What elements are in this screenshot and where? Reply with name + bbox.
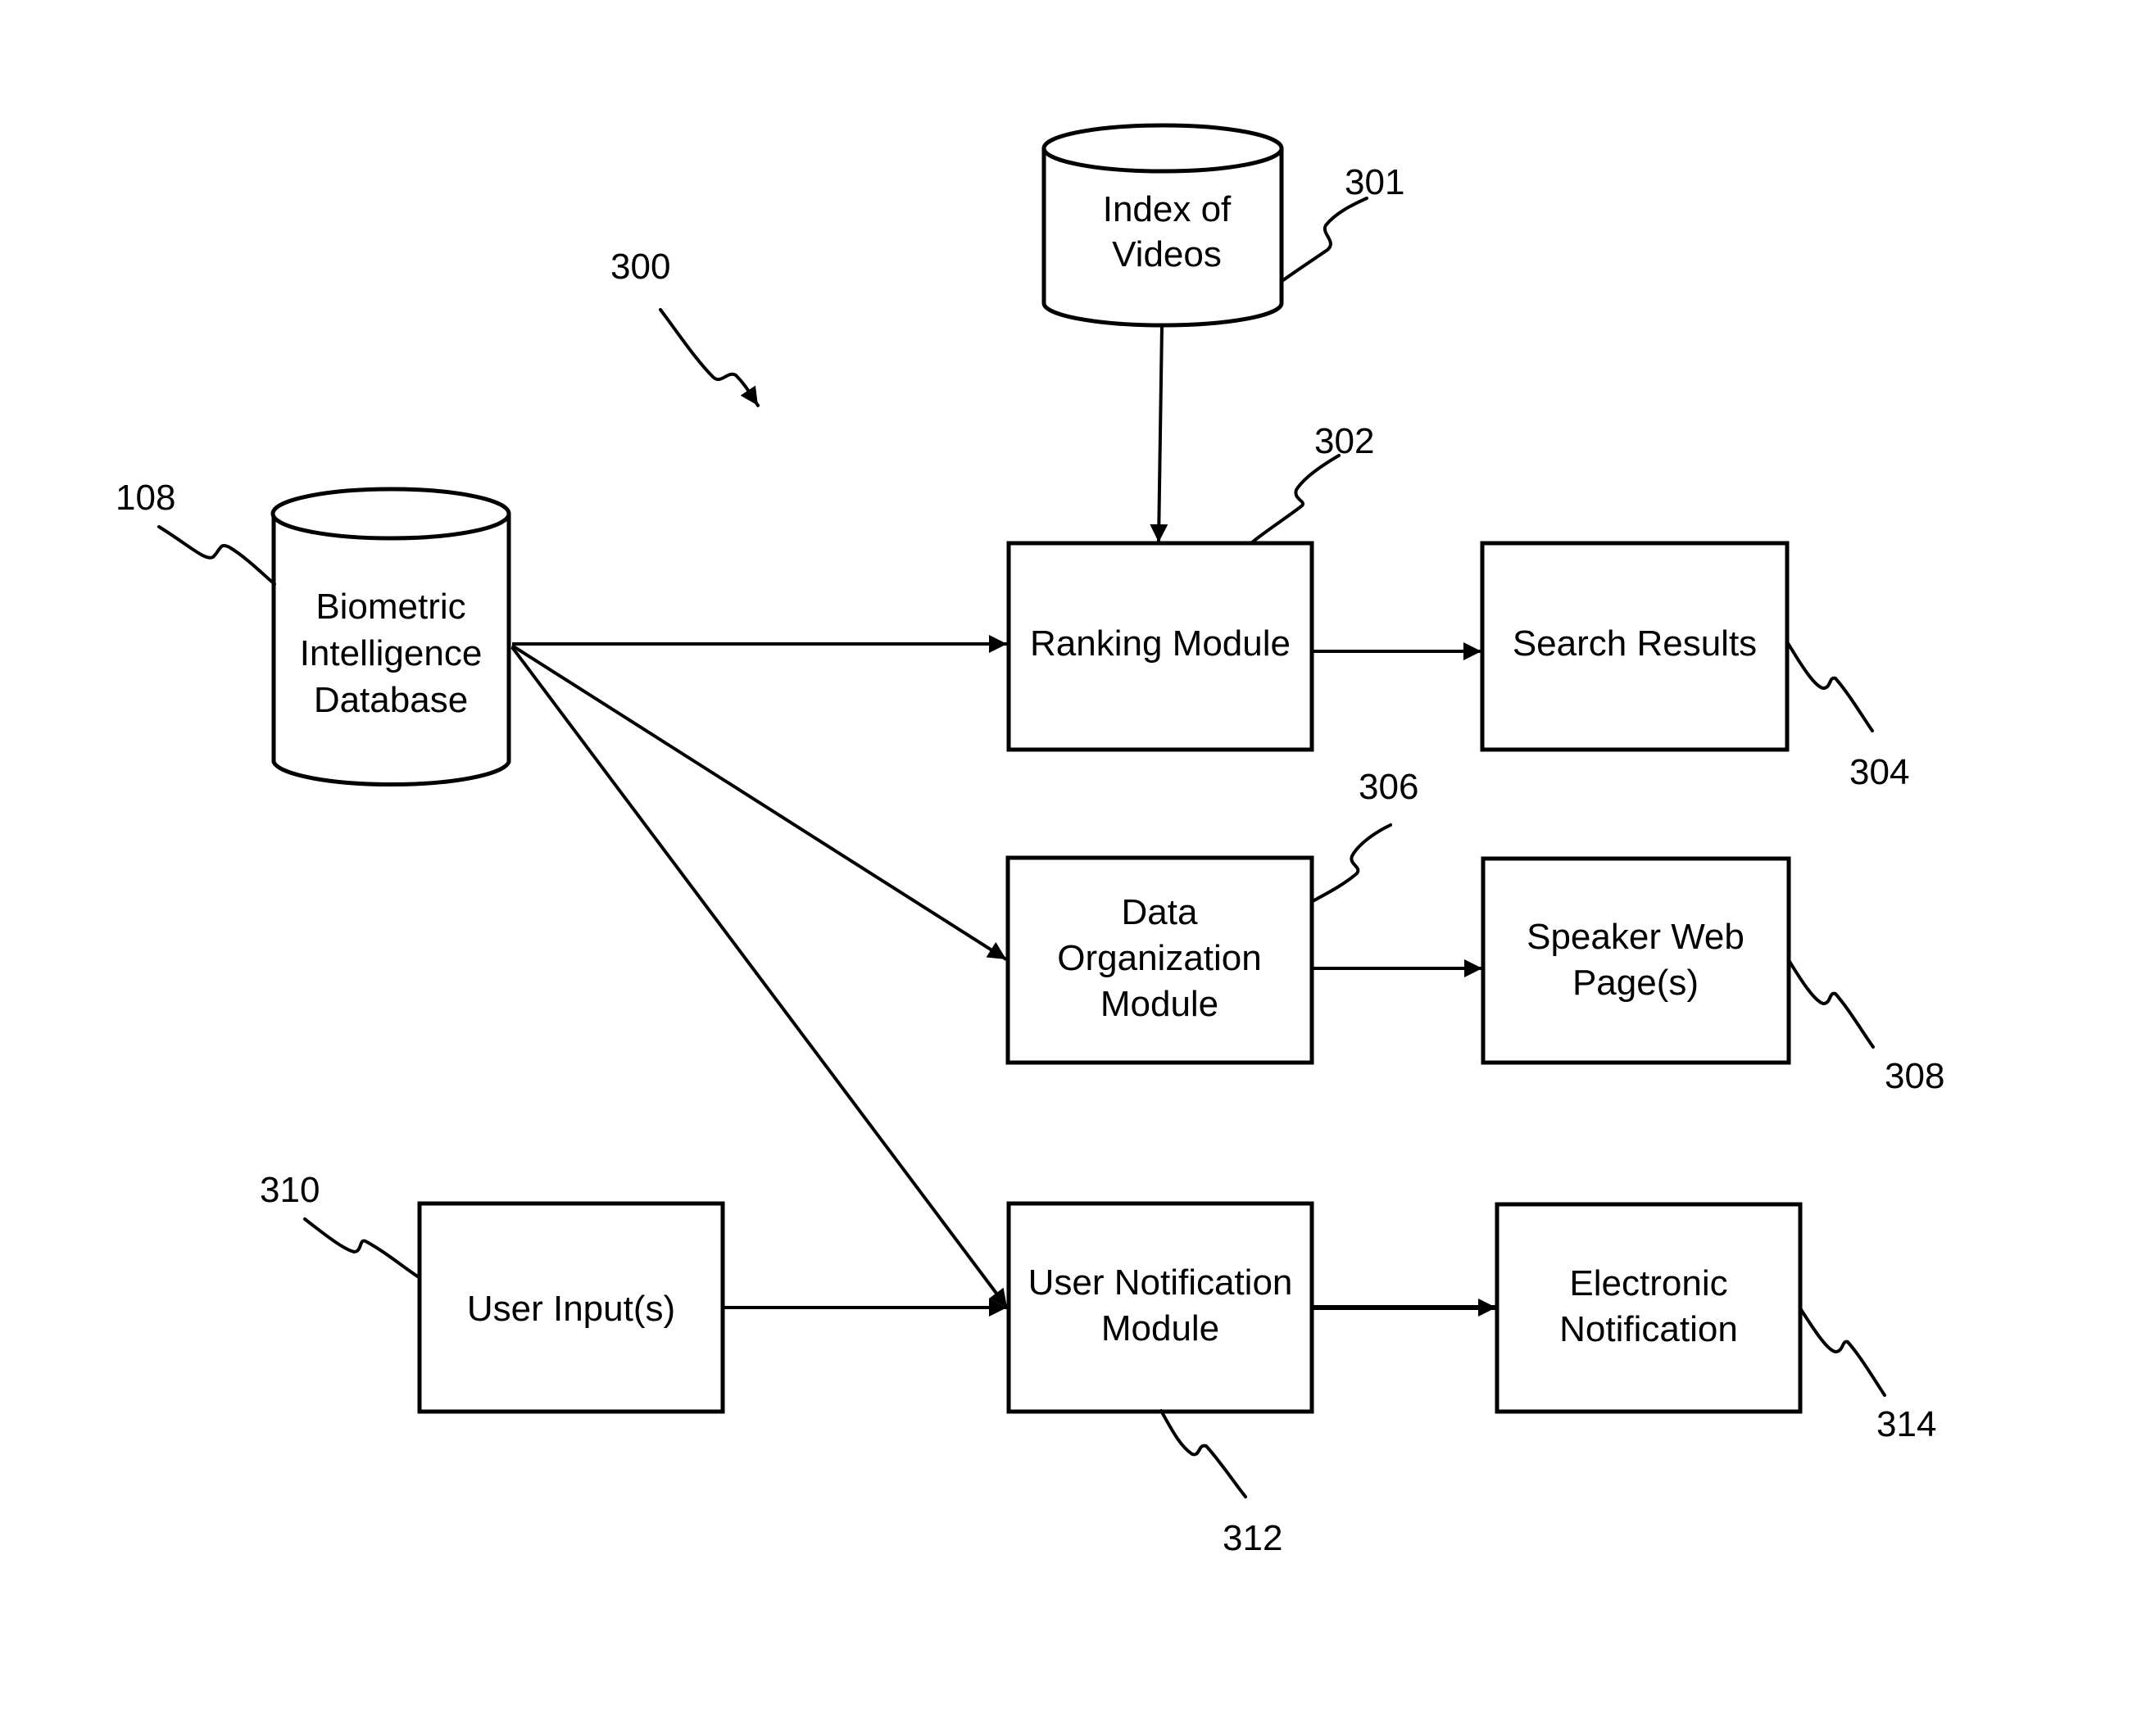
figure-ref-300: 300 <box>610 247 670 287</box>
user-notification-line1: User Notification <box>1028 1262 1293 1303</box>
ref-304: 304 <box>1849 752 1909 792</box>
index-videos-line1: Index of <box>1103 189 1232 229</box>
data-organization-module-box: Data Organization Module <box>1005 855 1314 1065</box>
user-notification-line2: Module <box>1101 1308 1219 1348</box>
ref-310: 310 <box>260 1170 320 1210</box>
speaker-pages-line2: Page(s) <box>1572 963 1699 1003</box>
electronic-notification-box: Electronic Notification <box>1495 1202 1803 1414</box>
ref-301-leader <box>1282 197 1368 282</box>
search-results-label: Search Results <box>1513 623 1757 664</box>
user-notification-module-box: User Notification Module <box>1006 1201 1314 1414</box>
ranking-module-box: Ranking Module <box>1006 541 1314 752</box>
ref-310-leader <box>303 1217 420 1279</box>
ref-302: 302 <box>1314 421 1374 461</box>
ref-108: 108 <box>116 478 175 518</box>
ref-306: 306 <box>1359 767 1418 807</box>
figure-ref-arrow <box>659 308 760 407</box>
ref-314: 314 <box>1876 1404 1936 1444</box>
data-org-line3: Module <box>1100 984 1218 1024</box>
data-org-line2: Organization <box>1057 938 1261 978</box>
search-results-box: Search Results <box>1480 541 1790 752</box>
biometric-database-cylinder: Biometric Intelligence Database <box>270 487 511 786</box>
ref-308-leader <box>1787 959 1875 1049</box>
ranking-module-label: Ranking Module <box>1030 623 1291 664</box>
electronic-notification-line1: Electronic <box>1569 1263 1727 1303</box>
biometric-db-line1: Biometric <box>315 587 465 627</box>
ref-304-leader <box>1786 641 1874 732</box>
ref-302-leader <box>1250 454 1341 544</box>
ref-312-leader <box>1159 1409 1247 1498</box>
speaker-pages-line1: Speaker Web <box>1527 917 1744 957</box>
ref-312: 312 <box>1223 1518 1282 1558</box>
biometric-db-line3: Database <box>314 680 468 720</box>
speaker-web-pages-box: Speaker Web Page(s) <box>1481 856 1791 1065</box>
data-org-line1: Data <box>1122 892 1198 932</box>
ref-314-leader <box>1799 1307 1886 1397</box>
user-inputs-label: User Input(s) <box>467 1289 675 1329</box>
edge-biometric-to-data-org <box>510 644 1008 961</box>
ref-108-leader <box>157 525 276 586</box>
ref-308: 308 <box>1885 1056 1944 1096</box>
ref-301: 301 <box>1345 162 1404 202</box>
index-videos-line2: Videos <box>1112 234 1222 274</box>
ref-306-leader <box>1311 823 1392 903</box>
electronic-notification-line2: Notification <box>1559 1309 1738 1349</box>
biometric-db-line2: Intelligence <box>300 633 483 673</box>
index-of-videos-cylinder: Index of Videos <box>1041 123 1284 328</box>
user-inputs-box: User Input(s) <box>417 1201 725 1414</box>
diagram-canvas: 300 Biometric Intelligence Database 108 … <box>116 123 1944 1558</box>
edge-index-to-ranking <box>1150 325 1168 543</box>
